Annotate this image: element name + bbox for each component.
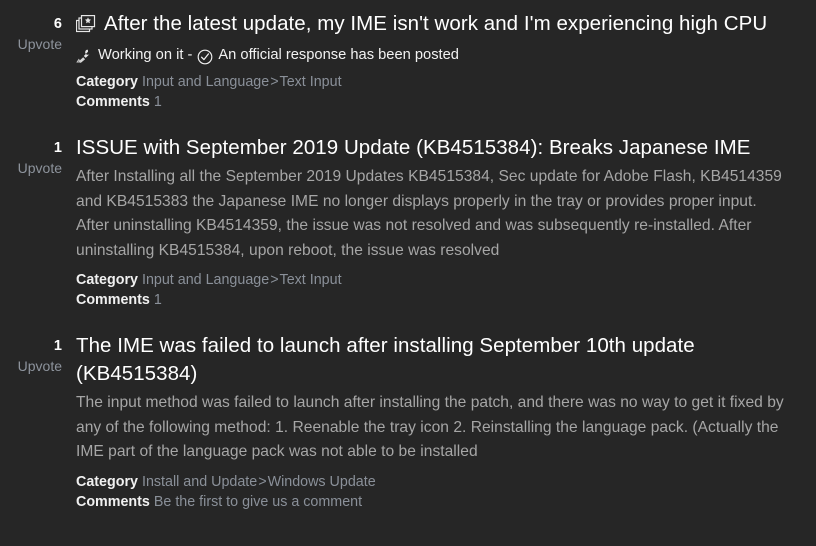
post-category-row: Category Input and Language>Text Input [76, 270, 800, 290]
post-title-row: The IME was failed to launch after insta… [76, 332, 800, 388]
post-spacer [0, 310, 816, 332]
post-category-row: Category Input and Language>Text Input [76, 72, 800, 92]
category-primary-link[interactable]: Input and Language [142, 74, 269, 90]
post-title[interactable]: ISSUE with September 2019 Update (KB4515… [76, 134, 800, 162]
official-response-text: An official response has been posted [218, 47, 459, 63]
post-comments-row: Comments 1 [76, 290, 800, 310]
comments-label: Comments [76, 94, 150, 110]
comments-value[interactable]: 1 [154, 94, 162, 110]
post-comments-row: Comments 1 [76, 92, 800, 112]
official-response-check-icon [197, 49, 213, 65]
category-separator: > [270, 272, 279, 288]
working-on-it-icon [76, 48, 93, 64]
post-comments-row: Comments Be the first to give us a comme… [76, 492, 800, 512]
upvote-column[interactable]: 1 Upvote [0, 332, 62, 376]
post-category-row: Category Install and Update>Windows Upda… [76, 472, 800, 492]
featured-cards-star-icon [76, 15, 97, 34]
post-body: The IME was failed to launch after insta… [62, 332, 800, 512]
category-secondary-link[interactable]: Text Input [280, 74, 342, 90]
comments-label: Comments [76, 292, 150, 308]
category-primary-link[interactable]: Install and Update [142, 474, 257, 490]
feedback-post[interactable]: 1 Upvote ISSUE with September 2019 Updat… [0, 134, 816, 310]
category-label: Category [76, 473, 138, 490]
category-label: Category [76, 272, 138, 288]
feedback-post[interactable]: 1 Upvote The IME was failed to launch af… [0, 332, 816, 512]
post-status-row: Working on it - An official response has… [76, 45, 800, 65]
upvote-column[interactable]: 6 Upvote [0, 10, 62, 54]
upvote-count: 1 [53, 140, 62, 156]
post-title[interactable]: After the latest update, my IME isn't wo… [104, 12, 767, 35]
upvote-button[interactable]: Upvote [0, 158, 62, 178]
comments-value[interactable]: Be the first to give us a comment [154, 494, 362, 510]
comments-label: Comments [76, 493, 150, 510]
category-secondary-link[interactable]: Text Input [280, 272, 342, 288]
upvote-count: 6 [53, 16, 62, 32]
category-primary-link[interactable]: Input and Language [142, 272, 269, 288]
post-title-row: After the latest update, my IME isn't wo… [76, 10, 800, 38]
feedback-post[interactable]: 6 Upvote After the latest update, my IME… [0, 10, 816, 112]
category-separator: > [258, 473, 267, 490]
post-snippet[interactable]: The input method was failed to launch af… [76, 391, 788, 465]
category-label: Category [76, 74, 138, 90]
category-secondary-link[interactable]: Windows Update [268, 474, 376, 490]
category-separator: > [270, 74, 279, 90]
post-status-text: Working on it [98, 47, 184, 63]
post-body: ISSUE with September 2019 Update (KB4515… [62, 134, 800, 310]
post-spacer [0, 112, 816, 134]
post-status-separator: - [187, 47, 193, 63]
post-body: After the latest update, my IME isn't wo… [62, 10, 800, 112]
post-snippet[interactable]: After Installing all the September 2019 … [76, 165, 788, 263]
upvote-button[interactable]: Upvote [0, 34, 62, 54]
post-title[interactable]: The IME was failed to launch after insta… [76, 332, 800, 388]
comments-value[interactable]: 1 [154, 292, 162, 308]
post-title-row: ISSUE with September 2019 Update (KB4515… [76, 134, 800, 162]
upvote-count: 1 [53, 338, 62, 354]
upvote-column[interactable]: 1 Upvote [0, 134, 62, 178]
feedback-post-list: 6 Upvote After the latest update, my IME… [0, 0, 816, 512]
upvote-button[interactable]: Upvote [0, 356, 62, 376]
